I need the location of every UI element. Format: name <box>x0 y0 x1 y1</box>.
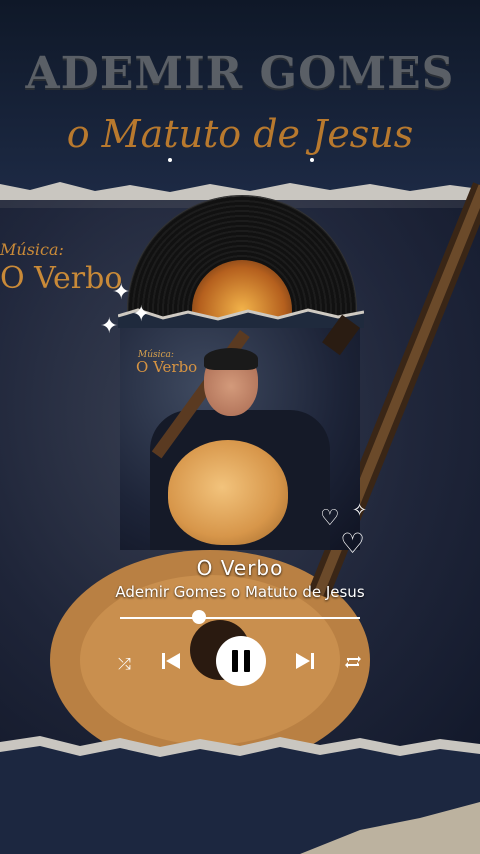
heart-icon: ♡ <box>320 506 340 531</box>
background-label-small: Música: <box>0 240 64 259</box>
shuffle-icon[interactable]: ⤮ <box>118 654 131 674</box>
torn-paper-edge-bottom <box>0 736 480 854</box>
sparkle-icon: ✦ <box>100 314 119 339</box>
artist-heading: ADEMIR GOMES <box>25 48 455 99</box>
skip-next-icon[interactable] <box>294 650 316 678</box>
cover-label-big: O Verbo <box>136 358 198 376</box>
decor-dot <box>168 158 172 162</box>
music-player-screen: ADEMIR GOMES o Matuto de Jesus Música: O… <box>0 0 480 854</box>
pause-button[interactable] <box>216 636 266 686</box>
background-label-big: O Verbo <box>0 261 123 296</box>
sparkle-icon: ✦ <box>132 302 151 327</box>
song-artist: Ademir Gomes o Matuto de Jesus <box>115 583 365 601</box>
cover-guitar-body <box>168 440 288 545</box>
artist-subheading: o Matuto de Jesus <box>66 112 414 156</box>
artist-photo-hair <box>204 348 258 370</box>
progress-bar[interactable] <box>120 617 360 619</box>
background-song-label: Música: O Verbo <box>0 240 122 296</box>
pause-icon <box>244 650 250 672</box>
sparkle-icon: ✦ <box>112 280 131 305</box>
torn-paper-edge-cover <box>118 308 364 328</box>
pause-icon <box>232 650 238 672</box>
repeat-icon[interactable] <box>344 654 362 674</box>
skip-previous-icon[interactable] <box>160 650 182 678</box>
heart-icon: ♡ <box>340 527 366 560</box>
player-controls: ⤮ <box>0 636 480 692</box>
song-title: O Verbo <box>196 556 284 580</box>
sparkle-icon: ✧ <box>352 500 368 521</box>
decor-dot <box>310 158 314 162</box>
